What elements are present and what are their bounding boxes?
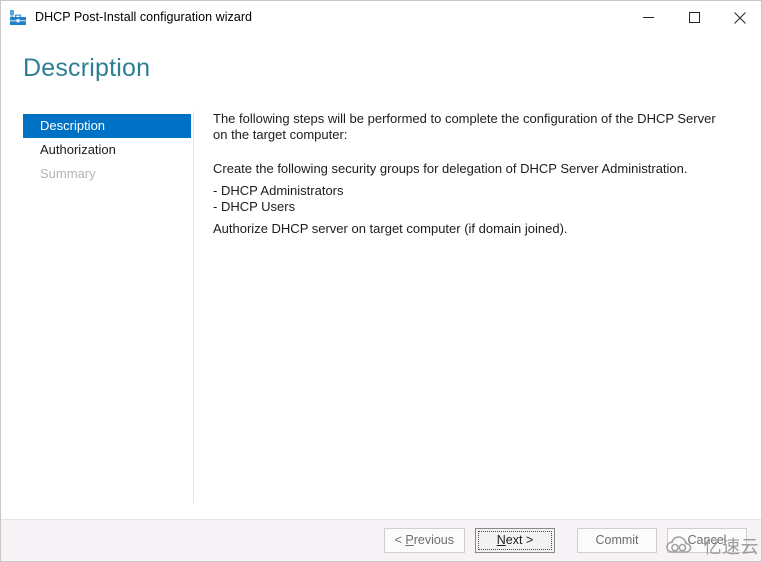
sidebar-item-label: Authorization	[40, 142, 116, 157]
previous-button: < Previous	[383, 528, 465, 553]
close-icon	[734, 11, 746, 24]
commit-button-label: Commit	[595, 533, 639, 547]
sidebar-item-label: Description	[40, 118, 106, 133]
wizard-step-nav: Description Authorization Summary	[23, 114, 191, 186]
window-controls	[625, 1, 761, 34]
minimize-button[interactable]	[625, 1, 671, 34]
previous-button-label: revious	[413, 533, 454, 547]
minimize-icon	[642, 17, 654, 18]
wizard-body: Description Authorization Summary The fo…	[1, 101, 761, 519]
close-button[interactable]	[717, 1, 761, 34]
dhcp-server-icon	[9, 9, 27, 27]
intro-paragraph: The following steps will be performed to…	[213, 111, 716, 142]
window-title: DHCP Post-Install configuration wizard	[35, 10, 253, 25]
authorize-paragraph: Authorize DHCP server on target computer…	[213, 221, 568, 236]
wizard-button-row: < Previous Next > Commit Cancel	[383, 528, 747, 553]
maximize-button[interactable]	[671, 1, 717, 34]
sidebar-item-label: Summary	[40, 166, 96, 181]
list-item: - DHCP Users	[213, 199, 296, 214]
sidebar-item-authorization[interactable]: Authorization	[23, 138, 191, 162]
title-bar: DHCP Post-Install configuration wizard	[1, 1, 761, 34]
security-groups-heading: Create the following security groups for…	[213, 161, 688, 176]
cancel-button[interactable]: Cancel	[667, 528, 747, 553]
next-button[interactable]: Next >	[475, 528, 555, 553]
dhcp-post-install-wizard-window: DHCP Post-Install configuration wizard D…	[0, 0, 762, 562]
next-button-suffix: >	[522, 533, 534, 547]
description-content: The following steps will be performed to…	[213, 111, 725, 237]
commit-button: Commit	[577, 528, 657, 553]
next-button-label: ext	[505, 533, 523, 547]
list-item: - DHCP Administrators	[213, 183, 344, 198]
page-title: Description	[23, 54, 151, 82]
next-button-accelerator: N	[496, 533, 506, 547]
sidebar-item-description[interactable]: Description	[23, 114, 191, 138]
previous-button-accelerator: P	[405, 533, 414, 547]
footer-bar: < Previous Next > Commit Cancel	[1, 519, 761, 561]
vertical-divider	[193, 111, 194, 503]
previous-button-prefix: <	[394, 533, 406, 547]
maximize-icon	[688, 12, 700, 23]
cancel-button-label: Cancel	[687, 533, 727, 547]
sidebar-item-summary: Summary	[23, 162, 191, 186]
